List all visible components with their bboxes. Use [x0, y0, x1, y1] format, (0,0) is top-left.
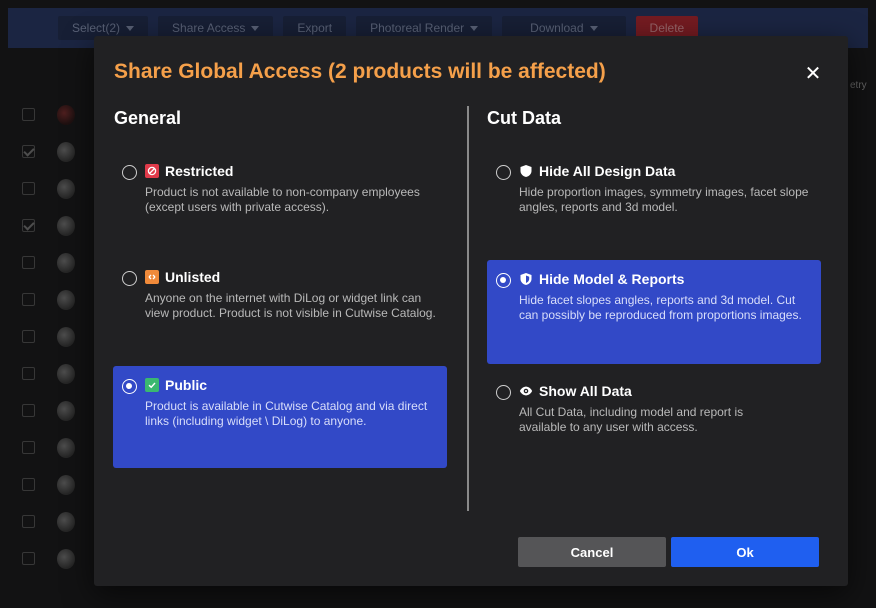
option-description: Hide proportion images, symmetry images,…	[519, 185, 809, 214]
radio-show-all-data[interactable]	[496, 385, 511, 400]
option-hide-all-design-data[interactable]: Hide All Design Data Hide proportion ima…	[487, 152, 821, 244]
option-description: Product is not available to non-company …	[145, 185, 420, 214]
option-title: Restricted	[165, 163, 234, 179]
option-title: Public	[165, 377, 208, 393]
option-description: Anyone on the internet with DiLog or wid…	[145, 291, 436, 320]
unlisted-icon	[145, 270, 159, 284]
column-divider	[467, 106, 469, 511]
cancel-button-label: Cancel	[570, 544, 614, 560]
eye-icon	[519, 384, 533, 398]
option-restricted[interactable]: Restricted Product is not available to n…	[113, 152, 447, 228]
general-heading: General	[114, 108, 182, 128]
ok-button[interactable]: Ok	[671, 537, 819, 567]
share-access-dialog: Share Global Access (2 products will be …	[94, 36, 848, 586]
cut-data-heading: Cut Data	[487, 108, 562, 128]
dialog-title: Share Global Access (2 products will be …	[114, 60, 606, 83]
radio-hide-all-design-data[interactable]	[496, 165, 511, 180]
radio-hide-model-reports[interactable]	[496, 273, 511, 288]
restricted-icon	[145, 164, 159, 178]
cancel-button[interactable]: Cancel	[518, 537, 666, 567]
radio-unlisted[interactable]	[122, 271, 137, 286]
option-show-all-data[interactable]: Show All Data All Cut Data, including mo…	[487, 372, 821, 456]
option-description: Product is available in Cutwise Catalog …	[145, 399, 428, 428]
ok-button-label: Ok	[736, 544, 754, 560]
option-hide-model-reports[interactable]: Hide Model & Reports Hide facet slopes a…	[487, 260, 821, 364]
radio-public[interactable]	[122, 379, 137, 394]
public-check-icon	[145, 378, 159, 392]
close-button[interactable]: ✕	[800, 60, 826, 86]
option-title: Show All Data	[539, 383, 632, 399]
close-icon: ✕	[804, 62, 822, 85]
option-title: Hide All Design Data	[539, 163, 676, 179]
option-title: Hide Model & Reports	[539, 271, 685, 287]
option-public[interactable]: Public Product is available in Cutwise C…	[113, 366, 447, 468]
option-unlisted[interactable]: Unlisted Anyone on the internet with DiL…	[113, 258, 447, 350]
option-title: Unlisted	[165, 269, 221, 285]
option-description: All Cut Data, including model and report…	[519, 405, 744, 434]
shield-icon	[519, 164, 533, 178]
half-shield-icon	[519, 272, 533, 286]
radio-restricted[interactable]	[122, 165, 137, 180]
option-description: Hide facet slopes angles, reports and 3d…	[519, 293, 802, 322]
